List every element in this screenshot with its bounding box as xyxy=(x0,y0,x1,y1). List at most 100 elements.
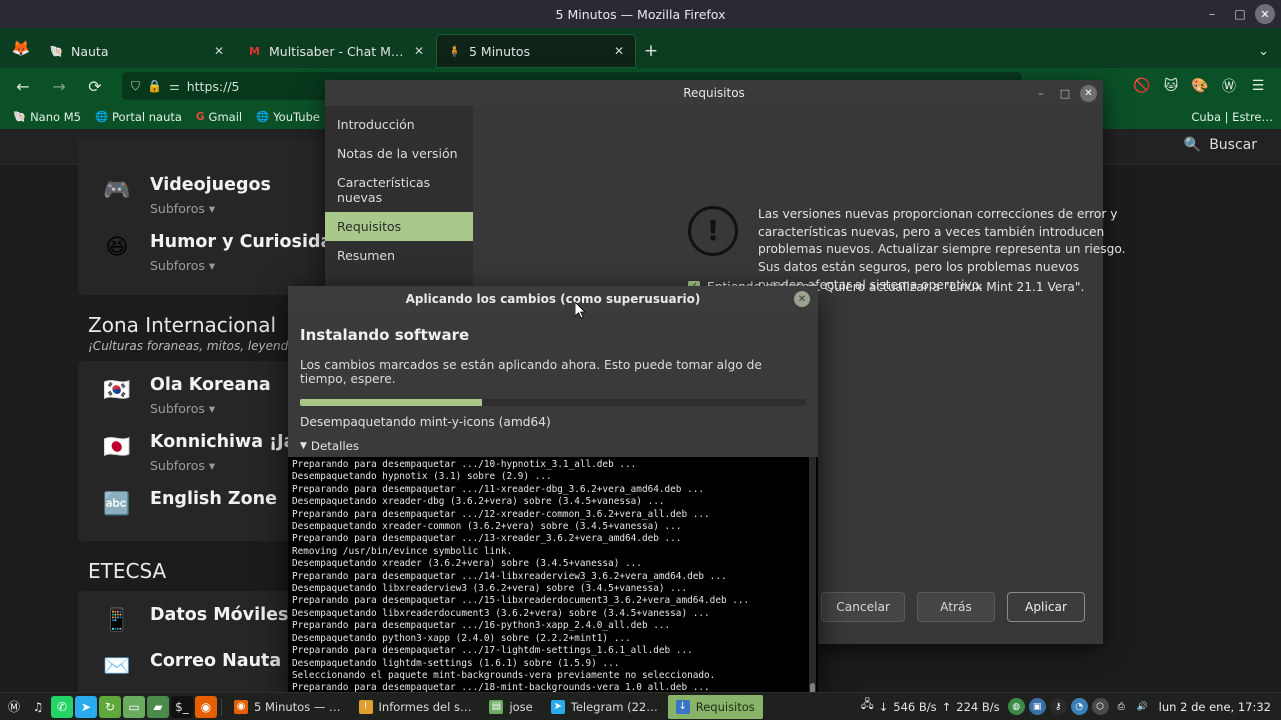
telegram-icon: ➤ xyxy=(550,699,565,714)
forum-title: Ola Koreana xyxy=(150,375,271,395)
globe-tray-icon[interactable]: ◍ xyxy=(1007,698,1025,715)
reload-button[interactable]: ⟳ xyxy=(78,71,112,101)
tab-close-icon[interactable]: ✕ xyxy=(411,44,427,58)
firefox-icon: 🦊 xyxy=(11,39,31,57)
shield-icon[interactable]: ⛉ xyxy=(131,79,140,94)
lock-icon[interactable]: 🔒 xyxy=(147,79,162,93)
taskbar: Ⓜ ♫ ✆ ➤ ↻ ▭ ▰ $_ ◉ ◉ 5 Minutos — …! Informes del s… xyxy=(0,692,1281,720)
dialog-titlebar: Aplicando los cambios (como superusuario… xyxy=(288,286,818,312)
files-icon[interactable]: ▰ xyxy=(147,695,169,718)
screenshot-tray-icon[interactable]: ▣ xyxy=(1028,698,1046,715)
apply-button[interactable]: Aplicar xyxy=(1007,592,1085,622)
volume-tray-icon[interactable]: 🔊 xyxy=(1133,698,1151,715)
music-icon[interactable]: ♫ xyxy=(27,695,49,718)
tab-list-chevron-icon[interactable]: ⌄ xyxy=(1258,44,1269,59)
forum-subforos[interactable]: Subforos ▾ xyxy=(150,401,271,416)
sidebar-item-requisitos[interactable]: Requisitos xyxy=(325,212,473,241)
log-line: Removing /usr/bin/evince symbolic link. xyxy=(292,545,513,557)
details-toggle[interactable]: ▼ Detalles xyxy=(300,439,806,453)
maximize-button[interactable]: □ xyxy=(1227,1,1253,27)
taskbar-window-telegram-22[interactable]: ➤ Telegram (22… xyxy=(543,695,666,719)
tab-label: 5 Minutos xyxy=(469,43,531,59)
bookmark-gmail[interactable]: G Gmail xyxy=(191,108,247,126)
chevron-down-icon[interactable]: ▾ xyxy=(209,401,215,416)
taskbar-window-list: ◉ 5 Minutos — …! Informes del s… ▤ jose ➤ Tele… xyxy=(226,694,763,719)
desktop-icon[interactable]: ▭ xyxy=(123,695,145,718)
tab-multisaber[interactable]: M Multisaber - Chat Mondina ✕ xyxy=(236,34,436,68)
permissions-icon[interactable]: ⚌ xyxy=(169,79,180,93)
cancel-button[interactable]: Cancelar xyxy=(821,592,905,622)
log-line: Preparando para desempaquetar .../11-xre… xyxy=(292,483,705,495)
requisitos-buttons: Cancelar Atrás Aplicar xyxy=(821,592,1085,622)
chevron-down-icon[interactable]: ▾ xyxy=(209,201,215,216)
new-tab-button[interactable]: + xyxy=(636,34,666,68)
minimize-button[interactable]: – xyxy=(1199,1,1225,27)
window-title: 5 Minutos — Mozilla Firefox xyxy=(555,6,726,22)
taskbar-window-requisitos[interactable]: ↓ Requisitos xyxy=(667,694,763,719)
bookmark-cuba-estre[interactable]: Cuba | Estre… xyxy=(1191,104,1273,129)
network-monitor[interactable]: 🖧 ↓ 546 B/s ↑ 224 B/s xyxy=(861,697,1008,716)
close-button[interactable]: ✕ xyxy=(1255,4,1275,24)
tab-5-minutos[interactable]: 🧍 5 Minutos ✕ xyxy=(436,34,636,68)
keys-tray-icon[interactable]: ⚷ xyxy=(1049,698,1067,715)
log-line: Desempaquetando libxreaderview3 (3.6.2+v… xyxy=(292,583,688,595)
upload-arrow-icon: ↑ xyxy=(941,699,952,714)
sidebar-item-introduccion[interactable]: Introducción xyxy=(325,110,473,139)
details-log[interactable]: Preparando para desempaquetar .../10-hyp… xyxy=(288,457,818,711)
triangle-down-icon[interactable]: ▼ xyxy=(300,441,307,451)
updater-icon[interactable]: ↻ xyxy=(99,695,121,718)
bookmark-label: Portal nauta xyxy=(112,109,182,124)
bookmark-portal-nauta[interactable]: 🌐 Portal nauta xyxy=(90,108,187,126)
log-line: Preparando para desempaquetar .../14-lib… xyxy=(292,570,727,582)
network-tray-icon[interactable]: ◔ xyxy=(1070,698,1088,715)
chevron-down-icon[interactable]: ▾ xyxy=(209,458,215,473)
tab-label: Multisaber - Chat Mondina xyxy=(269,43,404,59)
menu-icon[interactable]: ☰ xyxy=(1245,73,1271,99)
sidebar-item-resumen[interactable]: Resumen xyxy=(325,241,473,270)
chevron-down-icon[interactable]: ▾ xyxy=(209,258,215,273)
close-button[interactable]: ✕ xyxy=(1080,84,1097,102)
firefox-icon[interactable]: ◉ xyxy=(195,695,217,718)
sidebar-item-notas[interactable]: Notas de la versión xyxy=(325,139,473,168)
mobile-data-icon: 📱 xyxy=(103,607,131,633)
back-button[interactable]: Atrás xyxy=(917,592,995,622)
printer-tray-icon[interactable]: ⎙ xyxy=(1112,698,1130,715)
japan-flag-icon: 🇯🇵 xyxy=(103,434,131,460)
subforos-label: Subforos xyxy=(150,401,205,416)
tab-close-icon[interactable]: ✕ xyxy=(211,44,227,58)
close-icon[interactable]: ✕ xyxy=(794,291,810,307)
taskbar-window-5-minutos[interactable]: ◉ 5 Minutos — … xyxy=(226,695,349,719)
dialog-title: Aplicando los cambios (como superusuario… xyxy=(405,292,701,306)
cat-addon-icon[interactable]: 🐱 xyxy=(1158,73,1184,99)
maximize-button[interactable]: □ xyxy=(1056,87,1074,100)
menu-icon[interactable]: Ⓜ xyxy=(3,695,25,718)
toolbar-icons: 🚫 🐱 🎨 Ⓦ ☰ xyxy=(1129,68,1277,104)
minimize-button[interactable]: – xyxy=(1032,87,1050,100)
sidebar-item-caracteristicas[interactable]: Características nuevas xyxy=(325,168,473,212)
mail-icon: ✉️ xyxy=(103,653,131,679)
forward-button[interactable]: → xyxy=(42,71,76,101)
forum-title: English Zone xyxy=(150,489,277,509)
bookmark-nano-m5[interactable]: 🐚 Nano M5 xyxy=(8,108,86,126)
taskbar-window-informes-del-s[interactable]: ! Informes del s… xyxy=(351,695,480,719)
taskbar-window-jose[interactable]: ▤ jose xyxy=(481,695,540,719)
log-line: Preparando para desempaquetar .../12-xre… xyxy=(292,508,710,520)
whatsapp-icon[interactable]: ✆ xyxy=(51,695,73,718)
back-button[interactable]: ← xyxy=(6,71,40,101)
bookmark-label: Gmail xyxy=(208,109,243,124)
wikipedia-addon-icon[interactable]: Ⓦ xyxy=(1216,73,1242,99)
terminal-icon[interactable]: $_ xyxy=(171,695,193,718)
taskbar-window-label: Informes del s… xyxy=(378,699,472,714)
forum-subforos[interactable]: Subforos ▾ xyxy=(150,201,271,216)
search-icon: 🔍 xyxy=(1183,137,1202,153)
log-scrollbar[interactable] xyxy=(809,457,816,711)
tab-close-icon[interactable]: ✕ xyxy=(611,44,627,58)
bookmark-youtube[interactable]: 🌐 YouTube xyxy=(251,108,325,126)
telegram-icon[interactable]: ➤ xyxy=(75,695,97,718)
script-blocker-icon[interactable]: 🚫 xyxy=(1129,73,1155,99)
tab-nauta[interactable]: 🐚 Nauta ✕ xyxy=(38,34,236,68)
shield-tray-icon[interactable]: ⬡ xyxy=(1091,698,1109,715)
clock[interactable]: lun 2 de ene, 17:32 xyxy=(1159,700,1281,714)
page-search[interactable]: 🔍 Buscar xyxy=(1184,137,1257,153)
paint-addon-icon[interactable]: 🎨 xyxy=(1187,73,1213,99)
